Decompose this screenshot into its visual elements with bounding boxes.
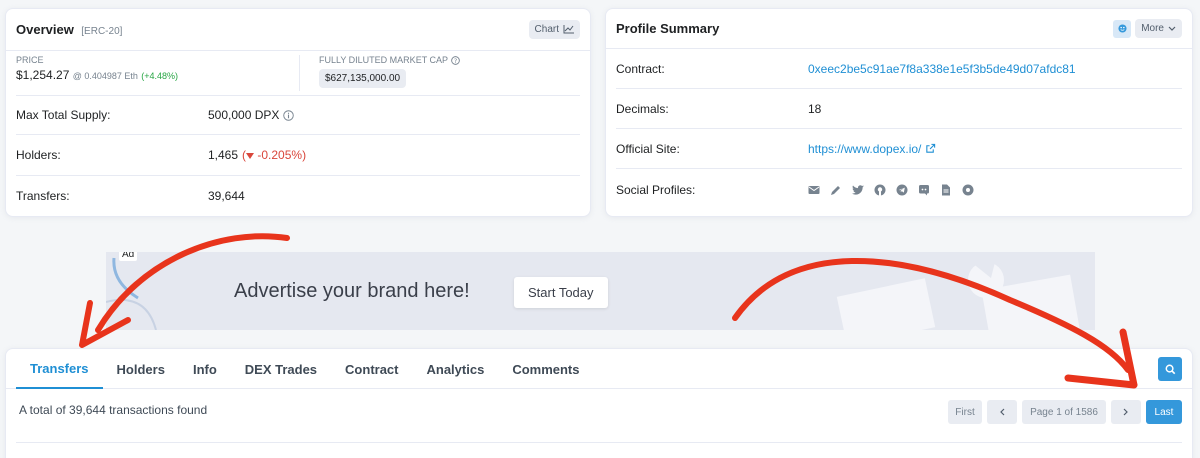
profile-title: Profile Summary [616, 21, 720, 36]
discord-icon[interactable] [918, 184, 930, 196]
contract-label: Contract: [616, 61, 665, 76]
tab-list: Transfers Holders Info DEX Trades Contra… [6, 349, 594, 389]
table-header-divider [16, 442, 1182, 443]
profile-summary-card: Profile Summary More Contract: 0xeec2be5… [605, 8, 1193, 217]
contract-row: Contract: 0xeec2be5c91ae7f8a338e1e5f3b5d… [616, 49, 1182, 89]
prev-page-button[interactable] [987, 400, 1017, 424]
start-today-button[interactable]: Start Today [514, 277, 608, 308]
tab-analytics[interactable]: Analytics [413, 349, 499, 389]
price-eth: @ 0.404987 Eth [72, 71, 138, 81]
overview-title: Overview [ERC-20] [16, 21, 122, 39]
info-icon[interactable] [283, 109, 295, 121]
help-icon[interactable]: ? [451, 55, 460, 65]
holders-count: 1,465 [208, 148, 239, 162]
holders-change-text: -0.205% [257, 148, 303, 162]
twitter-icon[interactable] [852, 184, 864, 196]
chart-icon [563, 25, 574, 34]
tab-holders[interactable]: Holders [103, 349, 179, 389]
holders-label: Holders: [16, 148, 61, 162]
decimals-label: Decimals: [616, 101, 669, 116]
more-button-label: More [1141, 23, 1164, 34]
market-cap-label-text: FULLY DILUTED MARKET CAP [319, 55, 449, 65]
transactions-summary: A total of 39,644 transactions found [19, 403, 208, 417]
telegram-icon[interactable] [896, 184, 908, 196]
transfers-row: Transfers: 39,644 [16, 176, 580, 216]
overview-card: Overview [ERC-20] Chart PRICE $1,254.27 … [5, 8, 591, 217]
github-icon[interactable] [874, 184, 886, 196]
pagination: First Page 1 of 1586 Last [948, 400, 1182, 424]
price-change: (+4.48%) [141, 71, 179, 81]
price-label: PRICE [16, 55, 44, 65]
decimals-value: 18 [808, 101, 822, 116]
search-button[interactable] [1158, 357, 1182, 381]
transfers-value: 39,644 [208, 189, 245, 203]
overview-header: Overview [ERC-20] Chart [6, 9, 590, 51]
ad-badge: Ad [119, 252, 138, 261]
profile-actions: More [1113, 19, 1182, 38]
page-indicator: Page 1 of 1586 [1022, 400, 1106, 424]
social-profiles-label: Social Profiles: [616, 182, 696, 197]
tab-dex-trades[interactable]: DEX Trades [231, 349, 331, 389]
price-value: $1,254.27 [16, 68, 70, 82]
document-icon[interactable] [940, 184, 952, 196]
ad-banner[interactable]: Ad Advertise your brand here! Start Toda… [106, 252, 1095, 330]
external-link-icon[interactable] [925, 143, 936, 154]
chrome-icon[interactable] [962, 184, 974, 196]
transfers-card: Transfers Holders Info DEX Trades Contra… [5, 348, 1193, 458]
transfers-label: Transfers: [16, 189, 70, 203]
holders-change: ( -0.205%) [242, 148, 307, 162]
status-icon[interactable] [1113, 19, 1132, 38]
social-icons [808, 184, 974, 196]
price-section: PRICE $1,254.27 @ 0.404987 Eth (+4.48%) [16, 55, 298, 95]
official-site-link[interactable]: https://www.dopex.io/ [808, 142, 921, 156]
decimals-row: Decimals: 18 [616, 89, 1182, 129]
more-button[interactable]: More [1135, 19, 1182, 38]
chevron-right-icon [1123, 408, 1128, 416]
contract-address-link[interactable]: 0xeec2be5c91ae7f8a338e1e5f3b5de49d07afdc… [808, 62, 1076, 76]
last-page-button[interactable]: Last [1146, 400, 1182, 424]
price-divider [299, 55, 300, 91]
market-cap-value: $627,135,000.00 [319, 69, 407, 88]
chart-button-label: Chart [534, 24, 559, 35]
max-supply-value: 500,000 DPX [208, 108, 295, 122]
first-page-button[interactable]: First [948, 400, 982, 424]
holders-value: 1,465 ( -0.205%) [208, 148, 306, 162]
social-profiles-row: Social Profiles: [616, 169, 1182, 210]
profile-header: Profile Summary More [606, 9, 1192, 49]
chevron-left-icon [1000, 408, 1005, 416]
max-supply-value-text: 500,000 DPX [208, 108, 280, 122]
holders-row: Holders: 1,465 ( -0.205%) [16, 135, 580, 176]
chevron-down-icon [1168, 26, 1176, 31]
svg-text:?: ? [454, 57, 457, 64]
tab-contract[interactable]: Contract [331, 349, 412, 389]
next-page-button[interactable] [1111, 400, 1141, 424]
search-icon [1165, 364, 1175, 374]
tab-comments[interactable]: Comments [498, 349, 593, 389]
chart-button[interactable]: Chart [528, 20, 580, 39]
market-cap-label: FULLY DILUTED MARKET CAP ? [319, 55, 460, 65]
max-supply-label: Max Total Supply: [16, 108, 111, 122]
max-supply-row: Max Total Supply: 500,000 DPX [16, 95, 580, 135]
tabs-bar: Transfers Holders Info DEX Trades Contra… [6, 349, 1192, 389]
price-line: $1,254.27 @ 0.404987 Eth (+4.48%) [16, 68, 298, 82]
official-site-value: https://www.dopex.io/ [808, 142, 936, 156]
official-site-label: Official Site: [616, 141, 680, 156]
ad-headline: Advertise your brand here! [234, 280, 470, 302]
market-cap-section: FULLY DILUTED MARKET CAP ? $627,135,000.… [319, 55, 460, 95]
official-site-row: Official Site: https://www.dopex.io/ [616, 129, 1182, 169]
tab-transfers[interactable]: Transfers [16, 349, 103, 389]
overview-title-text: Overview [16, 21, 74, 37]
email-icon[interactable] [808, 184, 820, 196]
token-type: [ERC-20] [81, 25, 123, 37]
tab-info[interactable]: Info [179, 349, 231, 389]
caret-down-icon [246, 153, 255, 159]
pen-icon[interactable] [830, 184, 842, 196]
